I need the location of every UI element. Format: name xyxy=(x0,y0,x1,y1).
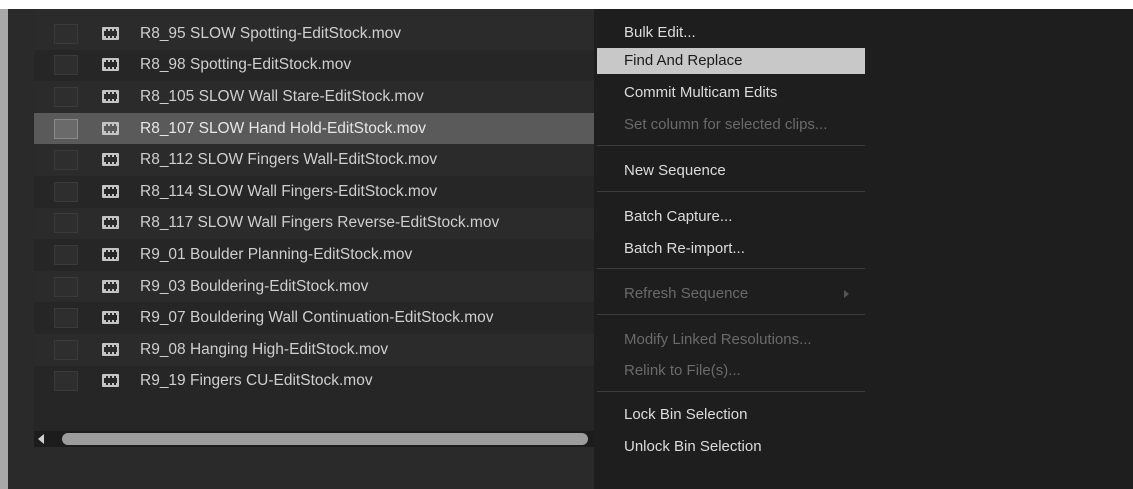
menu-item-modify-linked-resolutions: Modify Linked Resolutions... xyxy=(624,331,812,348)
film-clip-icon xyxy=(102,247,119,261)
clip-name: R9_08 Hanging High-EditStock.mov xyxy=(140,340,389,358)
clip-row[interactable]: R8_105 SLOW Wall Stare-EditStock.mov xyxy=(34,81,594,113)
clip-name: R9_07 Bouldering Wall Continuation-EditS… xyxy=(140,309,494,327)
clip-row[interactable]: R9_03 Bouldering-EditStock.mov xyxy=(34,270,594,303)
clip-list: R8_95 SLOW Spotting-EditStock.mov R8_98 … xyxy=(34,18,594,397)
film-clip-icon xyxy=(102,279,119,293)
clip-checkbox[interactable] xyxy=(54,150,78,171)
menu-item-batch-reimport[interactable]: Batch Re-import... xyxy=(597,236,865,262)
left-panel-gutter xyxy=(8,9,34,489)
clipped-row-above xyxy=(34,9,594,18)
clip-checkbox[interactable] xyxy=(54,118,78,139)
menu-item-new-sequence[interactable]: New Sequence xyxy=(597,158,865,184)
clip-name: R8_98 Spotting-EditStock.mov xyxy=(140,56,352,74)
film-clip-icon xyxy=(102,58,119,72)
left-panel-border xyxy=(0,9,8,489)
menu-item-batch-capture[interactable]: Batch Capture... xyxy=(597,204,865,230)
bin-footer xyxy=(34,447,594,489)
clip-checkbox[interactable] xyxy=(54,86,78,107)
clip-row[interactable]: R9_07 Bouldering Wall Continuation-EditS… xyxy=(34,302,594,334)
film-clip-icon xyxy=(102,216,119,230)
scroll-left-arrow-icon[interactable] xyxy=(38,434,44,444)
menu-separator xyxy=(597,314,865,315)
clip-row[interactable]: R8_117 SLOW Wall Fingers Reverse-EditSto… xyxy=(34,207,594,240)
clip-name: R8_95 SLOW Spotting-EditStock.mov xyxy=(140,24,402,42)
clip-checkbox[interactable] xyxy=(54,308,78,329)
clip-name: R8_112 SLOW Fingers Wall-EditStock.mov xyxy=(140,151,438,169)
top-window-edge xyxy=(0,0,1133,9)
context-menu: Bulk Edit... Find And Replace Commit Mul… xyxy=(594,9,1133,489)
menu-separator xyxy=(597,145,865,146)
clip-checkbox[interactable] xyxy=(54,276,78,297)
menu-item-bulk-edit[interactable]: Bulk Edit... xyxy=(597,20,865,46)
clip-checkbox[interactable] xyxy=(54,244,78,265)
clip-name: R9_01 Boulder Planning-EditStock.mov xyxy=(140,245,413,263)
film-clip-icon xyxy=(102,26,119,40)
menu-item-label: Refresh Sequence xyxy=(624,285,749,302)
menu-separator xyxy=(597,191,865,192)
clip-row[interactable]: R9_08 Hanging High-EditStock.mov xyxy=(34,333,594,366)
film-clip-icon xyxy=(102,184,119,198)
clip-name: R9_03 Bouldering-EditStock.mov xyxy=(140,277,369,295)
clip-name: R8_105 SLOW Wall Stare-EditStock.mov xyxy=(140,87,424,105)
clip-row-selected[interactable]: R8_107 SLOW Hand Hold-EditStock.mov xyxy=(34,112,594,145)
menu-item-find-and-replace[interactable]: Find And Replace xyxy=(597,48,865,74)
clip-checkbox[interactable] xyxy=(54,339,78,360)
menu-item-refresh-sequence: Refresh Sequence xyxy=(597,281,865,307)
menu-item-lock-bin-selection[interactable]: Lock Bin Selection xyxy=(597,402,865,428)
clip-name: R9_19 Fingers CU-EditStock.mov xyxy=(140,372,373,390)
clip-row[interactable]: R8_98 Spotting-EditStock.mov xyxy=(34,50,594,82)
clip-checkbox[interactable] xyxy=(54,55,78,76)
clip-checkbox[interactable] xyxy=(54,371,78,392)
film-clip-icon xyxy=(102,374,119,388)
clip-checkbox[interactable] xyxy=(54,181,78,202)
film-clip-icon xyxy=(102,153,119,167)
clip-name: R8_114 SLOW Wall Fingers-EditStock.mov xyxy=(140,182,438,200)
clip-row[interactable]: R8_95 SLOW Spotting-EditStock.mov xyxy=(34,18,594,50)
menu-item-set-column: Set column for selected clips... xyxy=(624,116,828,133)
clip-checkbox[interactable] xyxy=(54,213,78,234)
clip-row[interactable]: R9_01 Boulder Planning-EditStock.mov xyxy=(34,239,594,271)
menu-item-commit-multicam-edits[interactable]: Commit Multicam Edits xyxy=(597,80,865,106)
menu-item-unlock-bin-selection[interactable]: Unlock Bin Selection xyxy=(597,434,865,460)
menu-item-relink-to-files: Relink to File(s)... xyxy=(624,362,741,379)
clip-name: R8_117 SLOW Wall Fingers Reverse-EditSto… xyxy=(140,214,500,232)
menu-separator xyxy=(597,391,865,392)
film-clip-icon xyxy=(102,311,119,325)
clip-checkbox[interactable] xyxy=(54,23,78,44)
clip-row[interactable]: R9_19 Fingers CU-EditStock.mov xyxy=(34,366,594,398)
clip-row[interactable]: R8_112 SLOW Fingers Wall-EditStock.mov xyxy=(34,144,594,176)
menu-separator xyxy=(597,268,865,269)
horizontal-scrollbar[interactable] xyxy=(34,431,594,447)
clip-name: R8_107 SLOW Hand Hold-EditStock.mov xyxy=(140,119,427,137)
film-clip-icon xyxy=(102,342,119,356)
scrollbar-thumb[interactable] xyxy=(62,433,588,445)
film-clip-icon xyxy=(102,121,119,135)
clip-row[interactable]: R8_114 SLOW Wall Fingers-EditStock.mov xyxy=(34,176,594,208)
submenu-arrow-icon xyxy=(844,290,849,298)
film-clip-icon xyxy=(102,89,119,103)
